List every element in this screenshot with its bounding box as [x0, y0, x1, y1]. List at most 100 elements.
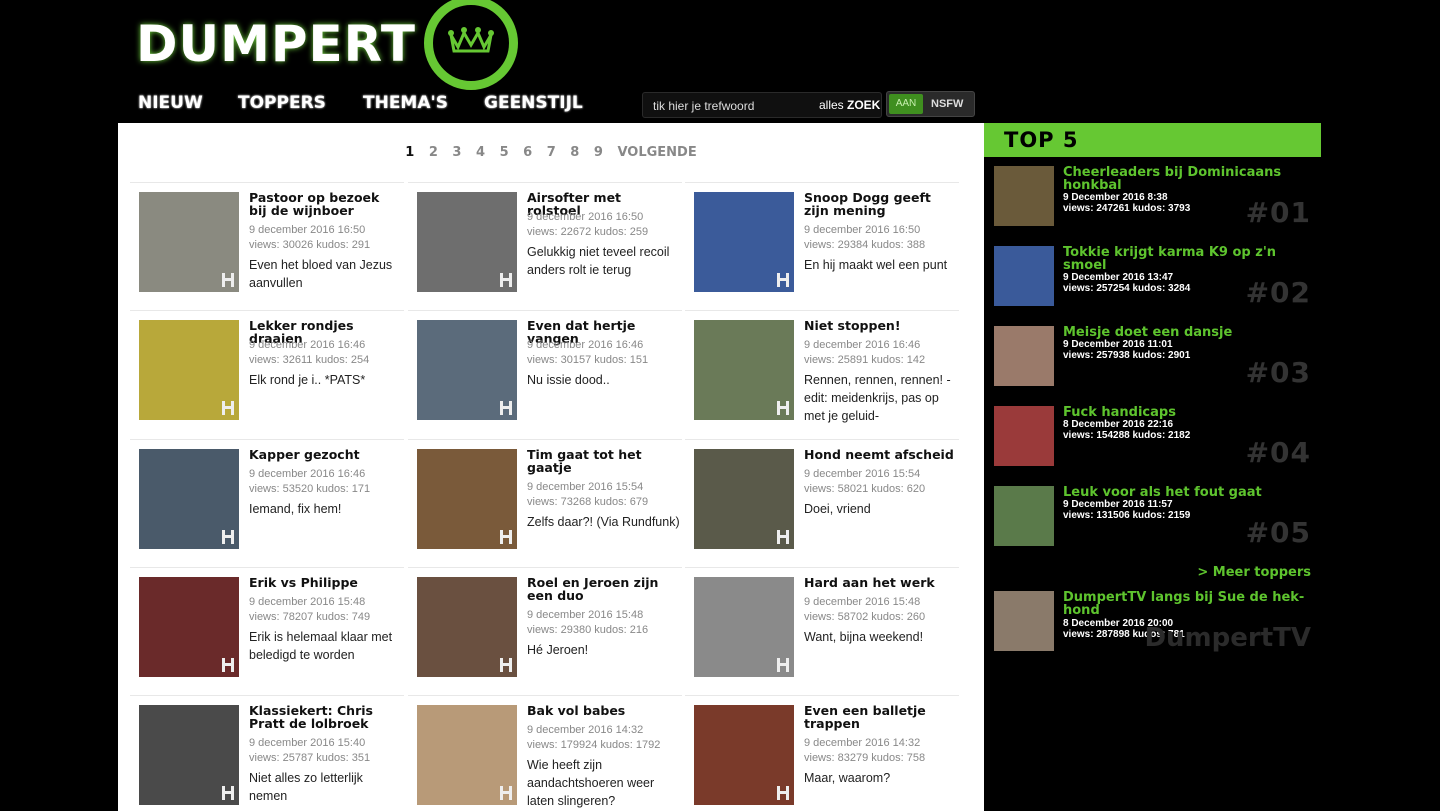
video-title[interactable]: Kapper gezocht [249, 448, 401, 461]
video-stats: views: 58021 kudos: 620 [804, 483, 926, 495]
video-item[interactable]: Roel en Jeroen zijn een duo 9 december 20… [408, 567, 682, 696]
top5-header: TOP 5 [984, 123, 1321, 157]
top5-date: 9 December 2016 11:57 [1063, 499, 1173, 510]
video-stats: views: 29384 kudos: 388 [804, 239, 926, 251]
video-title[interactable]: Hond neemt afscheid [804, 448, 956, 461]
film-icon [500, 530, 512, 544]
page-7[interactable]: 7 [547, 145, 556, 160]
video-description: Zelfs daar?! (Via Rundfunk) [527, 515, 680, 529]
video-title[interactable]: Erik vs Philippe [249, 576, 401, 589]
video-item[interactable]: Hard aan het werk 9 december 2016 15:48 vi… [685, 567, 959, 696]
page-2[interactable]: 2 [429, 145, 438, 160]
video-item[interactable]: Pastoor op bezoek bij de wijnboer 9 decem… [130, 182, 404, 311]
video-item[interactable]: Lekker rondjes draaien 9 december 2016 16… [130, 310, 404, 439]
page-6[interactable]: 6 [523, 145, 532, 160]
video-thumbnail[interactable] [694, 192, 794, 292]
video-thumbnail[interactable] [694, 449, 794, 549]
page-4[interactable]: 4 [476, 145, 485, 160]
video-date: 9 december 2016 15:54 [804, 468, 921, 480]
top5-thumbnail[interactable] [994, 246, 1054, 306]
video-thumbnail[interactable] [417, 577, 517, 677]
video-thumbnail[interactable] [139, 192, 239, 292]
nav-themas[interactable]: THEMA'S [363, 93, 448, 113]
video-item[interactable]: Bak vol babes 9 december 2016 14:32 views:… [408, 695, 682, 811]
top5-thumbnail[interactable] [994, 486, 1054, 546]
video-title[interactable]: Bak vol babes [527, 704, 679, 717]
video-item[interactable]: Snoop Dogg geeft zijn mening 9 december 2… [685, 182, 959, 311]
video-thumbnail[interactable] [139, 577, 239, 677]
video-thumbnail[interactable] [694, 577, 794, 677]
video-thumbnail[interactable] [694, 705, 794, 805]
nav-nieuw[interactable]: NIEUW [138, 93, 203, 113]
video-title[interactable]: Roel en Jeroen zijn een duo [527, 576, 679, 602]
top5-title-link[interactable]: Meisje doet een dansje [1063, 326, 1313, 339]
video-item[interactable]: Klassiekert: Chris Pratt de lolbroek 9 de… [130, 695, 404, 811]
search-scope[interactable]: alles [819, 98, 844, 112]
more-toppers-link[interactable]: > Meer toppers [1197, 565, 1311, 580]
video-thumbnail[interactable] [417, 192, 517, 292]
video-thumbnail[interactable] [139, 320, 239, 420]
video-thumbnail[interactable] [694, 320, 794, 420]
video-item[interactable]: Even een balletje trappen 9 december 2016… [685, 695, 959, 811]
top5-item[interactable]: Meisje doet een dansje 9 December 2016 11… [984, 326, 1321, 406]
search-button[interactable]: ZOEK [847, 98, 880, 112]
dumpert-tv-watermark: DumpertTV [1144, 623, 1311, 653]
video-date: 9 december 2016 16:46 [527, 339, 644, 351]
video-stats: views: 25891 kudos: 142 [804, 354, 926, 366]
nsfw-on-indicator: AAN [889, 94, 923, 114]
video-thumbnail[interactable] [139, 705, 239, 805]
video-item[interactable]: Hond neemt afscheid 9 december 2016 15:54… [685, 439, 959, 568]
page-8[interactable]: 8 [570, 145, 579, 160]
video-title[interactable]: Hard aan het werk [804, 576, 956, 589]
nav-toppers[interactable]: TOPPERS [238, 93, 326, 113]
top5-item[interactable]: Fuck handicaps 8 December 2016 22:16 views… [984, 406, 1321, 486]
top5-title-link[interactable]: Tokkie krijgt karma K9 op z'n smoel [1063, 246, 1313, 272]
video-stats: views: 83279 kudos: 758 [804, 752, 926, 764]
top5-thumbnail[interactable] [994, 326, 1054, 386]
top5-thumbnail[interactable] [994, 406, 1054, 466]
video-title[interactable]: Klassiekert: Chris Pratt de lolbroek [249, 704, 401, 730]
video-title[interactable]: Even een balletje trappen [804, 704, 956, 730]
video-item[interactable]: Even dat hertje vangen 9 december 2016 16… [408, 310, 682, 439]
video-item[interactable]: Erik vs Philippe 9 december 2016 15:48 vie… [130, 567, 404, 696]
site-logo[interactable]: DUMPERT [136, 0, 518, 90]
video-date: 9 december 2016 16:50 [527, 211, 644, 223]
video-description: Even het bloed van Jezus aanvullen [249, 258, 393, 290]
video-title[interactable]: Tim gaat tot het gaatje [527, 448, 679, 474]
video-thumbnail[interactable] [139, 449, 239, 549]
next-page-link[interactable]: VOLGENDE [617, 145, 696, 160]
video-title[interactable]: Niet stoppen! [804, 319, 956, 332]
top5-item[interactable]: Tokkie krijgt karma K9 op z'n smoel 9 Dec… [984, 246, 1321, 326]
video-date: 9 december 2016 14:32 [804, 737, 921, 749]
search-input[interactable] [651, 95, 805, 117]
top5-title-link[interactable]: Cheerleaders bij Dominicaans honkbal [1063, 166, 1313, 192]
page-3[interactable]: 3 [452, 145, 461, 160]
dumpert-tv-thumbnail[interactable] [994, 591, 1054, 651]
video-title[interactable]: Pastoor op bezoek bij de wijnboer [249, 191, 401, 217]
top5-title-link[interactable]: Fuck handicaps [1063, 406, 1313, 419]
video-item[interactable]: Tim gaat tot het gaatje 9 december 2016 1… [408, 439, 682, 568]
video-stats: views: 73268 kudos: 679 [527, 496, 649, 508]
dumpert-tv-title[interactable]: DumpertTV langs bij Sue de hek-hond [1063, 591, 1313, 617]
top5-rank: #04 [1245, 436, 1311, 469]
video-thumbnail[interactable] [417, 705, 517, 805]
nav-geenstijl[interactable]: GEENSTIJL [484, 93, 583, 113]
top5-title-link[interactable]: Leuk voor als het fout gaat [1063, 486, 1313, 499]
video-thumbnail[interactable] [417, 449, 517, 549]
top5-item[interactable]: Cheerleaders bij Dominicaans honkbal 9 De… [984, 166, 1321, 246]
video-item[interactable]: Kapper gezocht 9 december 2016 16:46 views… [130, 439, 404, 568]
top5-item[interactable]: Leuk voor als het fout gaat 9 December 20… [984, 486, 1321, 566]
nsfw-toggle[interactable]: AAN NSFW [886, 91, 975, 117]
top5-rank: #02 [1245, 276, 1311, 309]
page-9[interactable]: 9 [594, 145, 603, 160]
page-1[interactable]: 1 [405, 145, 414, 160]
top5-thumbnail[interactable] [994, 166, 1054, 226]
video-thumbnail[interactable] [417, 320, 517, 420]
video-item[interactable]: Niet stoppen! 9 december 2016 16:46 views:… [685, 310, 959, 439]
sidebar: TOP 5 Cheerleaders bij Dominicaans honkb… [984, 123, 1321, 811]
video-item[interactable]: Airsofter met rolstoel 9 december 2016 16… [408, 182, 682, 311]
video-description: Maar, waarom? [804, 771, 891, 785]
page-5[interactable]: 5 [500, 145, 509, 160]
video-description: Iemand, fix hem! [249, 502, 342, 516]
video-title[interactable]: Snoop Dogg geeft zijn mening [804, 191, 956, 217]
